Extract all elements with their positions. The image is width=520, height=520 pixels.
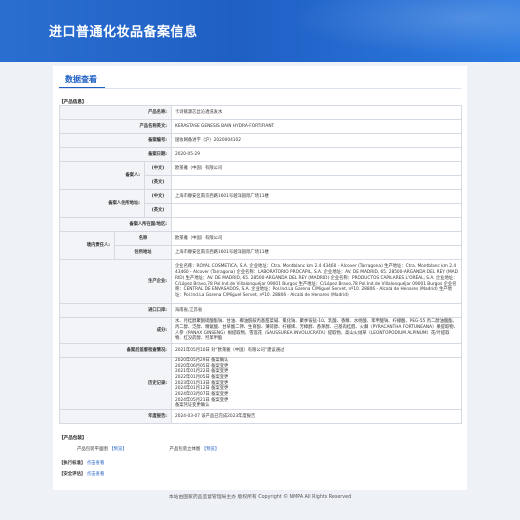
label-en: (英文) <box>144 175 172 190</box>
content-card: 数据查看 【产品信息】 产品名称: 卡诗赋源芯丝沁透洗发水 产品名称英文: KE… <box>53 66 467 490</box>
label-zh: (中文) <box>144 161 172 176</box>
label-manufacturer: 生产企业: <box>59 259 172 304</box>
tab-data-view[interactable]: 数据查看 <box>65 74 97 85</box>
table-row: 备案人所在国/地区: <box>59 217 462 232</box>
table-row: 产品名称英文: KERASTASE GENESIS BAIN HYDRA-FOR… <box>59 119 462 134</box>
footer-copyright: 本站由国家药品监督管理局主办 版权所有 Copyright © NMPA All… <box>168 495 352 500</box>
label-product-name: 产品名称: <box>59 105 172 120</box>
table-row: 历史记录: 2020年05月29日 备案确认 2020年06月05日 备案变更 20… <box>59 356 462 411</box>
table-row: 生产企业: 企业名称：ROYAL COSMETICA, S.A. 企业地址：Ct… <box>59 259 462 304</box>
table-row: 备案编号: 国妆网备进字（沪）2020004102 <box>59 133 462 148</box>
label-registrant-country: 备案人所在国/地区: <box>59 217 172 232</box>
tab-divider <box>59 88 461 89</box>
value-registrant-en <box>171 175 462 190</box>
label-registrant: 备案人: <box>59 161 145 190</box>
label-product-name-en: 产品名称英文: <box>59 119 172 134</box>
value-record-date: 2020-05-29 <box>171 147 462 162</box>
label-annual-report: 年度报告: <box>59 409 172 425</box>
section-title-exec-standard: 【执行标准】 <box>59 461 86 466</box>
value-registrant-country <box>171 217 462 232</box>
table-row: 年度报告: 2024-03-07 该产品已完成2023年度报告 <box>59 409 462 425</box>
section-title-packaging: 【产品包装】 <box>59 436 87 441</box>
safety-view-link[interactable]: 点击查看 <box>87 472 105 477</box>
value-registrant-zh: 欧莱雅（中国）有限公司 <box>171 161 462 176</box>
value-product-name-en: KERASTASE GENESIS BAIN HYDRA-FORTIFIANT <box>171 119 462 134</box>
label-supervision-status: 备案后监督检查情况: <box>59 343 172 358</box>
table-row: 备案日期: 2020-05-29 <box>59 147 462 162</box>
packaging-plan-label: 产品包装平面图 <box>77 447 108 452</box>
value-supervision-status: 2021年05月10日 对“欧莱雅（中国）有限公司”建议通过 <box>171 343 462 358</box>
value-registrant-address-zh: 上海市静安区南京西路1601号越洋国际广场11楼 <box>171 189 462 204</box>
label-agent-name: 名称 <box>114 231 172 246</box>
value-importer: 海南省,江苏省 <box>171 303 462 318</box>
packaging-plan-preview-link[interactable]: 【预览】 <box>109 447 127 452</box>
value-manufacturer: 企业名称：ROYAL COSMETICA, S.A. 企业地址：Ctra. Mo… <box>171 259 462 304</box>
table-row: 备案人住所地址: (中文) 上海市静安区南京西路1601号越洋国际广场11楼 <box>59 189 462 218</box>
label-registrant-address: 备案人住所地址: <box>59 189 145 218</box>
product-info-table: 产品名称: 卡诗赋源芯丝沁透洗发水 产品名称英文: KERASTASE GENE… <box>59 105 462 425</box>
exec-standard-view-link[interactable]: 点击查看 <box>87 461 105 466</box>
table-row: 境内责任人: 名称 欧莱雅（中国）有限公司 <box>59 231 462 260</box>
label-importer: 进口口岸: <box>59 303 172 318</box>
label-record-date: 备案日期: <box>59 147 172 162</box>
label-agent-address: 住所地址 <box>114 245 172 260</box>
value-registrant-address-en <box>171 203 462 218</box>
packaging-3d-label: 产品包装立体图 <box>169 447 201 452</box>
packaging-3d-preview-link[interactable]: 【预览】 <box>202 447 220 452</box>
value-agent-address: 上海市静安区南京西路1601号越洋国际广场11楼 <box>171 245 462 260</box>
page-title: 进口普通化妆品备案信息 <box>49 25 198 40</box>
value-ingredients: 水、月桂醇聚醚硫酸酯钠、甘油、椰油酰胺丙基甜菜碱、氯化钠、聚季铵盐-10、乳酸、… <box>171 317 462 344</box>
value-record-no: 国妆网备进字（沪）2020004102 <box>171 133 462 148</box>
table-row: 进口口岸: 海南省,江苏省 <box>59 303 462 318</box>
table-row: 住所地址 上海市静安区南京西路1601号越洋国际广场11楼 <box>60 245 462 260</box>
table-row: 备案后监督检查情况: 2021年05月10日 对“欧莱雅（中国）有限公司”建议通… <box>59 343 462 358</box>
safety-assessment-row: 【安全评估】 点击查看 <box>59 471 461 477</box>
label-domestic-agent: 境内责任人: <box>59 231 115 260</box>
table-row: 备案人: (中文) 欧莱雅（中国）有限公司 <box>59 161 462 190</box>
label-ingredients: 成分: <box>59 317 172 344</box>
value-product-name: 卡诗赋源芯丝沁透洗发水 <box>171 105 462 120</box>
table-row: 产品名称: 卡诗赋源芯丝沁透洗发水 <box>59 105 462 120</box>
section-title-safety: 【安全评估】 <box>59 472 86 477</box>
label-record-no: 备案编号: <box>59 133 172 148</box>
header-banner: 进口普通化妆品备案信息 <box>0 0 520 62</box>
value-annual-report: 2024-03-07 该产品已完成2023年度报告 <box>171 409 462 425</box>
value-history: 2020年05月29日 备案确认 2020年06月05日 备案变更 2021年01月… <box>171 356 462 411</box>
history-list: 2020年05月29日 备案确认 2020年06月05日 备案变更 2021年01月… <box>175 358 458 409</box>
exec-standard-row: 【执行标准】 点击查看 <box>59 460 461 466</box>
packaging-row: 产品包装平面图 【预览】 产品包装立体图 【预览】 <box>59 446 461 452</box>
value-agent-name: 欧莱雅（中国）有限公司 <box>171 231 462 246</box>
history-entry: 备案凭证变更确认 <box>175 403 210 409</box>
label-zh: (中文) <box>144 189 172 204</box>
table-row: 成分: 水、月桂醇聚醚硫酸酯钠、甘油、椰油酰胺丙基甜菜碱、氯化钠、聚季铵盐-10… <box>59 317 462 344</box>
label-history: 历史记录: <box>59 356 172 411</box>
label-en: (英文) <box>144 203 172 218</box>
